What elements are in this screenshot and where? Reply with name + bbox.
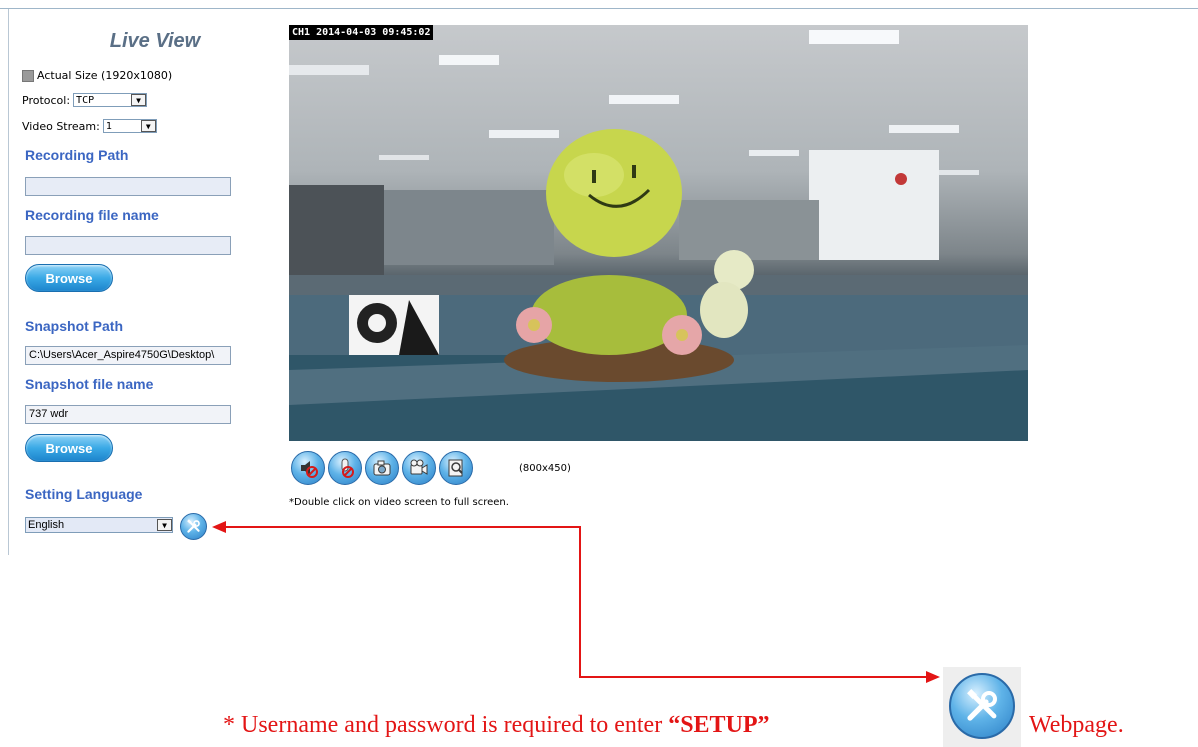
chevron-down-icon[interactable]: ▼ — [140, 120, 156, 132]
chevron-down-icon[interactable]: ▼ — [157, 519, 172, 531]
setup-button[interactable] — [180, 513, 207, 540]
video-stream-row: Video Stream: 1 ▼ — [22, 119, 157, 133]
recording-browse-button[interactable]: Browse — [25, 264, 113, 292]
setup-tools-icon — [967, 689, 997, 721]
speaker-mute-button[interactable] — [291, 451, 325, 485]
snapshot-file-label: Snapshot file name — [25, 376, 154, 392]
protocol-label: Protocol: — [22, 93, 71, 107]
snapshot-path-label: Snapshot Path — [25, 318, 124, 334]
setup-tools-icon — [187, 519, 200, 533]
protocol-value: TCP — [76, 94, 95, 106]
setup-icon-frame — [943, 667, 1021, 747]
video-stream-value: 1 — [105, 120, 112, 132]
language-value: English — [28, 519, 65, 531]
camera-snapshot-icon — [373, 460, 391, 476]
recording-file-label: Recording file name — [25, 207, 159, 223]
recording-path-input[interactable] — [25, 177, 231, 196]
protocol-select[interactable]: TCP ▼ — [73, 93, 148, 107]
top-divider — [0, 8, 1198, 9]
setup-note-keyword: “SETUP” — [668, 712, 770, 738]
snapshot-file-input[interactable]: 737 wdr — [25, 405, 231, 424]
speaker-mute-icon — [301, 461, 318, 478]
setup-note: * Username and password is required to e… — [223, 712, 770, 739]
video-timestamp-osd: CH1 2014-04-03 09:45:02 — [289, 25, 434, 40]
video-controls — [291, 451, 476, 485]
snapshot-button[interactable] — [365, 451, 399, 485]
microphone-mute-button[interactable] — [328, 451, 362, 485]
microphone-mute-icon — [341, 458, 354, 478]
left-divider — [8, 9, 9, 555]
language-select[interactable]: English ▼ — [25, 517, 173, 533]
resolution-label: (800x450) — [519, 463, 571, 474]
snapshot-browse-button[interactable]: Browse — [25, 434, 113, 462]
video-record-icon — [410, 459, 428, 475]
setting-language-label: Setting Language — [25, 486, 143, 502]
snapshot-path-input[interactable]: C:\Users\Acer_Aspire4750G\Desktop\ — [25, 346, 231, 365]
zoom-icon — [448, 459, 463, 477]
zoom-button[interactable] — [439, 451, 473, 485]
actual-size-checkbox[interactable] — [22, 69, 34, 82]
video-stream-select[interactable]: 1 ▼ — [102, 119, 157, 133]
setup-large-button — [949, 673, 1015, 739]
setup-note-suffix: Webpage. — [1029, 712, 1124, 738]
actual-size-row: Actual Size (1920x1080) — [22, 69, 172, 82]
video-stream-label: Video Stream: — [22, 119, 100, 133]
recording-file-input[interactable] — [25, 236, 231, 255]
record-button[interactable] — [402, 451, 436, 485]
protocol-row: Protocol: TCP ▼ — [22, 93, 148, 107]
chevron-down-icon[interactable]: ▼ — [131, 94, 147, 106]
video-scene-image — [289, 30, 1028, 441]
live-video-screen[interactable]: CH1 2014-04-03 09:45:02 — [289, 25, 1028, 441]
recording-path-label: Recording Path — [25, 147, 129, 163]
actual-size-label: Actual Size (1920x1080) — [37, 69, 173, 82]
fullscreen-hint: *Double click on video screen to full sc… — [289, 497, 509, 508]
setup-note-prefix: * Username and password is required to e… — [223, 712, 669, 738]
live-view-title: Live View — [109, 30, 201, 52]
